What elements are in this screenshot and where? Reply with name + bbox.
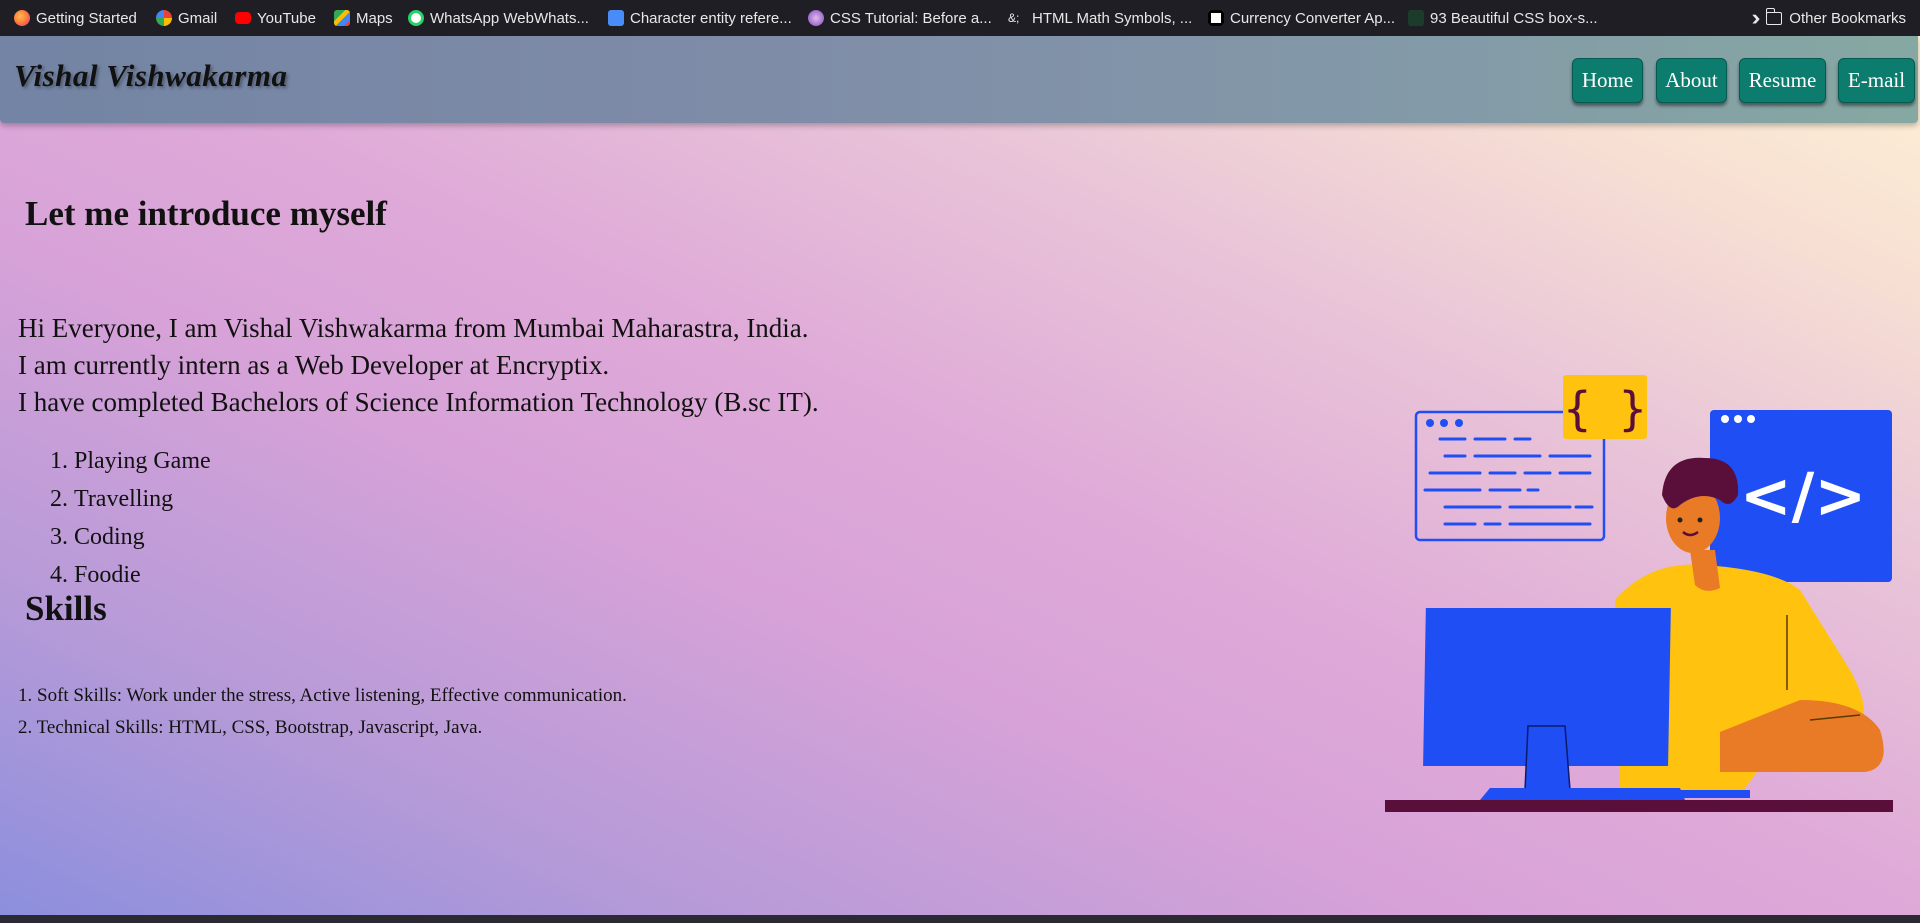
bookmark-gmail[interactable]: Gmail bbox=[156, 0, 217, 36]
maps-icon bbox=[334, 10, 350, 26]
nav-home-button[interactable]: Home bbox=[1572, 58, 1643, 103]
globe-icon bbox=[608, 10, 624, 26]
bookmark-label: Gmail bbox=[178, 9, 218, 27]
developer-illustration: { } </> bbox=[1385, 375, 1893, 812]
folder-icon bbox=[1765, 7, 1783, 25]
brand-name[interactable]: Vishal Vishwakarma bbox=[14, 58, 287, 94]
double-chevron-icon[interactable]: ›› bbox=[1752, 5, 1760, 31]
bookmark-label: Maps bbox=[356, 9, 393, 27]
cursor-icon bbox=[1408, 10, 1424, 26]
bookmark-label: CSS Tutorial: Before a... bbox=[830, 9, 992, 27]
bottom-bar bbox=[0, 915, 1920, 923]
intro-line: Hi Everyone, I am Vishal Vishwakarma fro… bbox=[18, 313, 809, 343]
intro-line: I have completed Bachelors of Science In… bbox=[18, 387, 819, 417]
bookmark-getting-started[interactable]: Getting Started bbox=[14, 0, 137, 36]
bookmark-character-entity[interactable]: Character entity refere... bbox=[608, 0, 792, 36]
bookmark-label: 93 Beautiful CSS box-s... bbox=[1430, 9, 1598, 27]
avatar-icon bbox=[808, 10, 824, 26]
intro-heading: Let me introduce myself bbox=[25, 194, 387, 233]
youtube-icon bbox=[235, 12, 251, 24]
bookmark-maps[interactable]: Maps bbox=[334, 0, 393, 36]
bookmark-currency-converter[interactable]: Currency Converter Ap... bbox=[1208, 0, 1395, 36]
skill-item: 1. Soft Skills: Work under the stress, A… bbox=[18, 685, 627, 706]
ampersand-icon: &; bbox=[1008, 11, 1020, 25]
desk bbox=[1385, 800, 1893, 812]
bookmark-css-tutorial[interactable]: CSS Tutorial: Before a... bbox=[808, 0, 992, 36]
list-item: Coding bbox=[74, 518, 211, 556]
google-icon bbox=[156, 10, 172, 26]
bookmarks-bar: Getting Started Gmail YouTube Maps Whats… bbox=[0, 0, 1920, 36]
braces-text: { } bbox=[1563, 382, 1646, 436]
code-tag-text: </> bbox=[1740, 459, 1867, 532]
list-item: Playing Game bbox=[74, 442, 211, 480]
bookmark-label: HTML Math Symbols, ... bbox=[1032, 9, 1193, 27]
bookmark-whatsapp[interactable]: WhatsApp WebWhats... bbox=[408, 0, 589, 36]
nav-resume-button[interactable]: Resume bbox=[1739, 58, 1826, 103]
firefox-icon bbox=[14, 10, 30, 26]
nav-email-button[interactable]: E-mail bbox=[1838, 58, 1915, 103]
other-bookmarks[interactable]: Other Bookmarks bbox=[1765, 0, 1906, 36]
skill-item: 2. Technical Skills: HTML, CSS, Bootstra… bbox=[18, 717, 483, 738]
medium-icon bbox=[1208, 10, 1224, 26]
bookmark-label: Getting Started bbox=[36, 9, 137, 27]
bookmark-label: Currency Converter Ap... bbox=[1230, 9, 1396, 27]
nav-about-button[interactable]: About bbox=[1656, 58, 1727, 103]
bookmark-youtube[interactable]: YouTube bbox=[235, 0, 316, 36]
list-item: Travelling bbox=[74, 480, 211, 518]
bookmark-label: WhatsApp WebWhats... bbox=[430, 9, 589, 27]
bookmark-css-box-shadow[interactable]: 93 Beautiful CSS box-s... bbox=[1408, 0, 1598, 36]
navbar: Vishal Vishwakarma Home About Resume E-m… bbox=[0, 36, 1918, 123]
other-bookmarks-label: Other Bookmarks bbox=[1789, 9, 1906, 27]
bookmark-label: Character entity refere... bbox=[630, 9, 792, 27]
bookmark-html-math[interactable]: &; HTML Math Symbols, ... bbox=[1008, 0, 1192, 36]
skills-heading: Skills bbox=[25, 589, 107, 628]
braces-badge: { } bbox=[1563, 375, 1647, 439]
hobbies-list: Playing Game Travelling Coding Foodie bbox=[36, 442, 211, 594]
intro-line: I am currently intern as a Web Developer… bbox=[18, 350, 610, 380]
whatsapp-icon bbox=[408, 10, 424, 26]
bookmark-label: YouTube bbox=[257, 9, 316, 27]
